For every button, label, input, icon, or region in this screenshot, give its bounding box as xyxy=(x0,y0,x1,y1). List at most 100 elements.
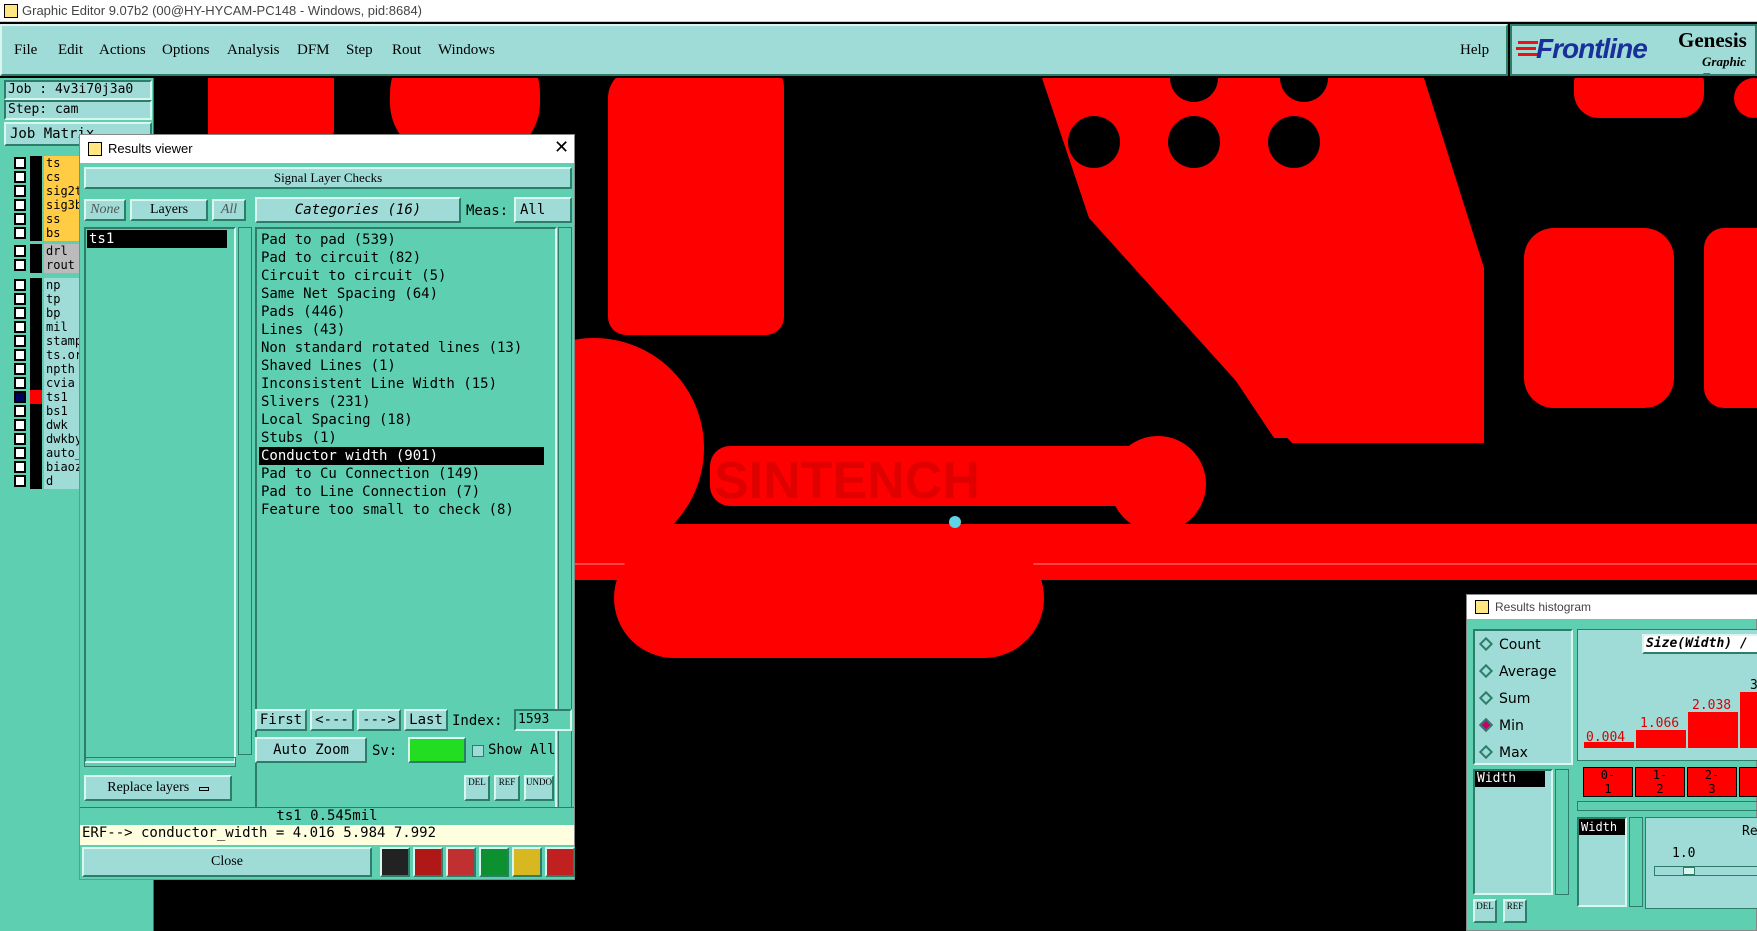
layer-checkbox[interactable] xyxy=(14,349,26,361)
layer-checkbox[interactable] xyxy=(14,157,26,169)
next-button[interactable]: ---> xyxy=(357,709,401,731)
mode-average[interactable]: Average xyxy=(1478,663,1557,680)
category-item[interactable]: Inconsistent Line Width (15) xyxy=(259,375,544,393)
menu-dfm[interactable]: DFM xyxy=(297,42,330,59)
bin-2[interactable]: 2- 3 xyxy=(1687,767,1737,797)
category-item[interactable]: Feature too small to check (8) xyxy=(259,501,544,519)
layer-checkbox[interactable] xyxy=(14,227,26,239)
meas-dropdown[interactable]: All xyxy=(514,197,572,223)
layer-checkbox[interactable] xyxy=(14,213,26,225)
prev-button[interactable]: <--- xyxy=(310,709,354,731)
categories-list[interactable]: Pad to pad (539) Pad to circuit (82) Circu… xyxy=(255,227,557,825)
last-button[interactable]: Last xyxy=(404,709,448,731)
layer-row[interactable]: bp xyxy=(12,306,92,321)
layer-checkbox[interactable] xyxy=(14,293,26,305)
menu-help[interactable]: Help xyxy=(1460,42,1489,59)
category-item[interactable]: Pad to circuit (82) xyxy=(259,249,544,267)
layers-hscrollbar[interactable] xyxy=(84,757,236,767)
histogram-icon[interactable] xyxy=(545,847,575,877)
layer-checkbox[interactable] xyxy=(14,321,26,333)
layer-checkbox[interactable] xyxy=(14,461,26,473)
show-all-checkbox[interactable] xyxy=(472,745,484,757)
layer-checkbox[interactable] xyxy=(14,433,26,445)
menu-step[interactable]: Step xyxy=(346,42,373,59)
category-item[interactable]: Shaved Lines (1) xyxy=(259,357,544,375)
result-marker[interactable] xyxy=(949,516,961,528)
layer-row[interactable]: auto_ xyxy=(12,446,92,461)
layer-checkbox[interactable] xyxy=(14,419,26,431)
category-item[interactable]: Pad to pad (539) xyxy=(259,231,544,249)
mode-sum[interactable]: Sum xyxy=(1478,690,1530,707)
layer-checkbox[interactable] xyxy=(14,307,26,319)
category-item[interactable]: Conductor width (901) xyxy=(259,447,544,465)
layer-checkbox[interactable] xyxy=(14,475,26,487)
layer-row[interactable]: cs xyxy=(12,170,92,185)
layer-row[interactable]: ts xyxy=(12,156,92,171)
menu-options[interactable]: Options xyxy=(162,42,210,59)
close-icon[interactable]: ✕ xyxy=(554,137,569,158)
all-layers-button[interactable]: All xyxy=(212,199,246,221)
bin-3[interactable] xyxy=(1739,767,1757,797)
menu-rout[interactable]: Rout xyxy=(392,42,421,59)
hist-ref-button[interactable]: REF xyxy=(1503,899,1527,923)
layer-checkbox[interactable] xyxy=(14,259,26,271)
del-button[interactable]: DEL xyxy=(464,775,490,801)
layer-checkbox[interactable] xyxy=(14,405,26,417)
toolbar-icon-2[interactable] xyxy=(413,847,443,877)
layer-checkbox[interactable] xyxy=(14,391,26,403)
layer-checkbox[interactable] xyxy=(14,447,26,459)
close-button[interactable]: Close xyxy=(82,847,372,877)
menu-file[interactable]: File xyxy=(14,42,37,59)
none-button[interactable]: None xyxy=(84,199,126,221)
category-item[interactable]: Local Spacing (18) xyxy=(259,411,544,429)
mode-count[interactable]: Count xyxy=(1478,636,1541,653)
categories-button[interactable]: Categories (16) xyxy=(255,197,461,223)
field-list-item[interactable]: Width xyxy=(1475,771,1545,787)
layer-row[interactable]: np xyxy=(12,278,92,293)
category-item[interactable]: Pads (446) xyxy=(259,303,544,321)
category-item[interactable]: Lines (43) xyxy=(259,321,544,339)
ref-button[interactable]: REF xyxy=(494,775,520,801)
layers-list[interactable]: ts1 xyxy=(84,227,236,763)
auto-zoom-button[interactable]: Auto Zoom xyxy=(255,737,367,763)
chart-hscrollbar[interactable] xyxy=(1577,801,1757,811)
toolbar-icon-3[interactable] xyxy=(446,847,476,877)
mode-min[interactable]: Min xyxy=(1478,717,1524,734)
category-item[interactable]: Slivers (231) xyxy=(259,393,544,411)
layer-checkbox[interactable] xyxy=(14,185,26,197)
field-list-scrollbar[interactable] xyxy=(1555,769,1569,895)
menu-actions[interactable]: Actions xyxy=(99,42,146,59)
layer-row[interactable]: ts1 xyxy=(12,390,92,405)
width-list[interactable]: Width xyxy=(1577,817,1627,907)
layer-checkbox[interactable] xyxy=(14,199,26,211)
category-item[interactable]: Pad to Line Connection (7) xyxy=(259,483,544,501)
layer-row[interactable]: cvia xyxy=(12,376,92,391)
layer-checkbox[interactable] xyxy=(14,245,26,257)
mode-max[interactable]: Max xyxy=(1478,744,1528,761)
width-list-scrollbar[interactable] xyxy=(1629,817,1643,907)
toolbar-icon-5[interactable] xyxy=(512,847,542,877)
layer-row[interactable]: rout xyxy=(12,258,92,273)
categories-scrollbar[interactable] xyxy=(558,227,572,825)
first-button[interactable]: First xyxy=(255,709,307,731)
undo-button[interactable]: UNDO xyxy=(524,775,554,801)
category-item[interactable]: Stubs (1) xyxy=(259,429,544,447)
scale-slider[interactable] xyxy=(1654,866,1757,876)
layer-checkbox[interactable] xyxy=(14,279,26,291)
layer-row[interactable]: d xyxy=(12,474,92,489)
layer-checkbox[interactable] xyxy=(14,335,26,347)
replace-layers-button[interactable]: Replace layers xyxy=(84,775,232,801)
index-field[interactable]: 1593 xyxy=(514,709,572,731)
layer-row[interactable]: stamp xyxy=(12,334,92,349)
layer-row[interactable]: ts.or xyxy=(12,348,92,363)
layer-checkbox[interactable] xyxy=(14,377,26,389)
toolbar-icon-4[interactable] xyxy=(479,847,509,877)
layer-checkbox[interactable] xyxy=(14,171,26,183)
layer-row[interactable]: tp xyxy=(12,292,92,307)
layer-row[interactable]: sig3b xyxy=(12,198,92,213)
bin-1[interactable]: 1- 2 xyxy=(1635,767,1685,797)
bin-0[interactable]: 0- 1 xyxy=(1583,767,1633,797)
toolbar-icon-1[interactable] xyxy=(380,847,410,877)
layer-row[interactable]: dwkby xyxy=(12,432,92,447)
layer-row[interactable]: bs xyxy=(12,226,92,241)
